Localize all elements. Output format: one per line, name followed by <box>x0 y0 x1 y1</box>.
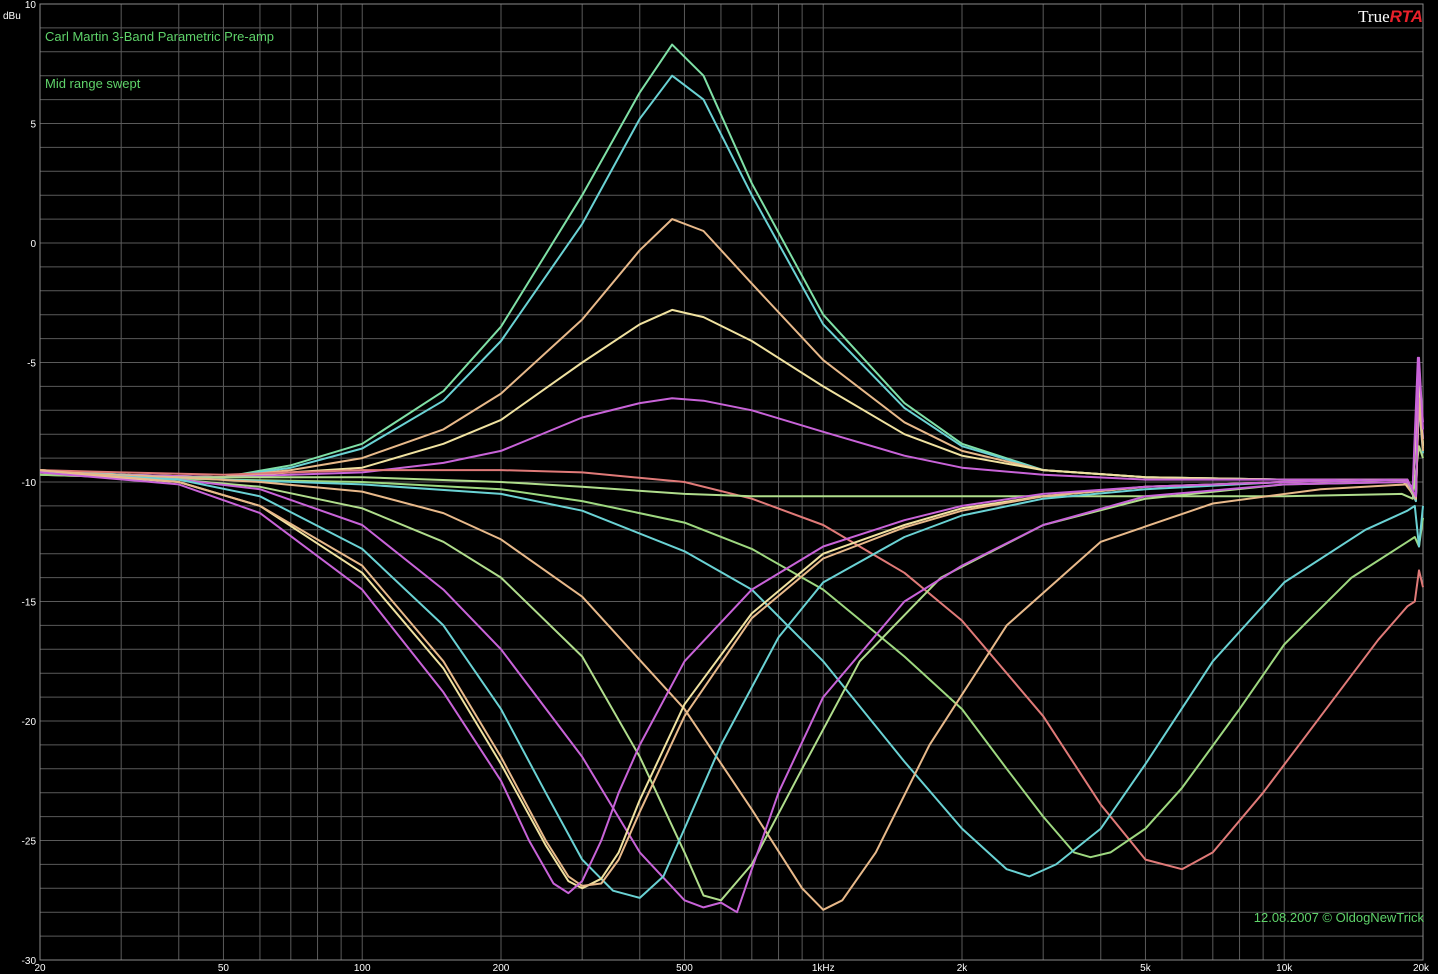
chart-title: Carl Martin 3-Band Parametric Pre-amp <box>45 29 274 44</box>
footer-note: 12.08.2007 © OldogNewTrick <box>1254 910 1425 925</box>
y-tick-label: -10 <box>22 478 37 489</box>
y-axis-label: dBu <box>3 11 21 22</box>
y-tick-label: -5 <box>27 359 36 370</box>
x-tick-label: 5k <box>1140 963 1152 974</box>
y-tick-label: 10 <box>25 0 37 11</box>
x-tick-label: 10k <box>1276 963 1293 974</box>
y-tick-label: -25 <box>22 837 37 848</box>
brand-logo: TrueRTA <box>1358 7 1423 26</box>
brand-part-true: True <box>1358 7 1390 26</box>
x-tick-label: 1kHz <box>812 963 835 974</box>
brand-part-rta: RTA <box>1390 7 1423 26</box>
y-tick-label: -20 <box>22 717 37 728</box>
y-tick-label: 5 <box>30 120 36 131</box>
y-tick-label: -15 <box>22 598 37 609</box>
y-tick-label: 0 <box>30 239 36 250</box>
chart-subtitle: Mid range swept <box>45 76 141 91</box>
x-tick-label: 2k <box>957 963 969 974</box>
x-tick-label: 20k <box>1413 963 1430 974</box>
frequency-response-chart: 1050-5-10-15-20-25-30 20 50 100 200 500 1kHz 2… <box>0 0 1438 974</box>
x-tick-label: 500 <box>676 963 693 974</box>
x-tick-label: 200 <box>493 963 510 974</box>
x-tick-label: 50 <box>218 963 230 974</box>
x-tick-label: 20 <box>34 963 46 974</box>
x-tick-label: 100 <box>354 963 371 974</box>
